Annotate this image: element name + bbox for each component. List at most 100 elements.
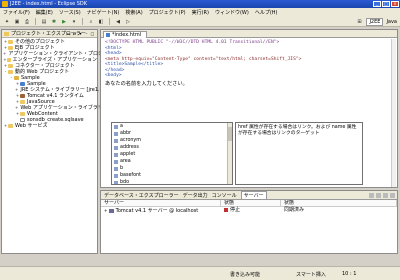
html-tag-icon — [114, 173, 118, 178]
menu-item[interactable]: ファイル(F) — [3, 9, 30, 16]
html-tag-icon — [114, 159, 118, 164]
bottom-panel-icons — [369, 193, 395, 198]
server-row[interactable]: + Tomcat v4.1 サーバー @ localhost 停止 同期済み — [101, 207, 397, 214]
tree-item[interactable]: + Web サービス — [2, 123, 97, 129]
content-assist-list: a abbr acronym address applet area b basefont bd… — [111, 122, 233, 185]
run-icon[interactable]: ▶ — [60, 18, 68, 25]
new-icon[interactable]: ✦ — [3, 18, 11, 25]
html-tag-icon — [114, 152, 118, 157]
editor-tab-bar: *index.html — [101, 30, 397, 38]
content-assist-item[interactable]: a — [112, 123, 232, 130]
save-icon[interactable]: ▣ — [13, 18, 21, 25]
html-file-icon — [106, 33, 110, 37]
menu-item[interactable]: ソース(S) — [59, 9, 81, 16]
maximize-button[interactable]: □ — [382, 1, 390, 7]
close-button[interactable]: × — [391, 1, 399, 7]
maximize-view-icon[interactable]: □ — [90, 31, 95, 36]
title-bar: J2EE - index.html - Eclipse SDK _ □ × — [0, 0, 400, 8]
print-icon[interactable]: ⎙ — [23, 18, 31, 25]
back-icon[interactable]: ◀ — [114, 18, 122, 25]
editor-scrollbar[interactable] — [391, 39, 396, 187]
folder-icon — [6, 58, 11, 62]
code-line: <body> — [105, 73, 122, 78]
content-assist-item[interactable]: applet — [112, 151, 232, 158]
perspective-switcher: ⊞ J2EE Java — [355, 18, 397, 26]
server-name-cell: + Tomcat v4.1 サーバー @ localhost — [104, 208, 199, 214]
status-insert-mode: スマート挿入 — [296, 272, 326, 278]
folder-icon — [4, 31, 9, 36]
content-assist-label: bdo — [120, 180, 130, 185]
menu-item[interactable]: 編集(E) — [36, 9, 53, 16]
server-state-cell: 停止 — [221, 207, 281, 214]
perspective-j2ee[interactable]: J2EE — [366, 18, 384, 26]
folder-icon — [8, 40, 13, 44]
collapse-all-icon[interactable]: ⇐ — [66, 31, 71, 36]
status-bar: 書き込み可能 スマート挿入 10 : 1 — [0, 266, 400, 280]
server-icon — [108, 208, 114, 213]
perspective-java[interactable]: Java — [386, 19, 397, 25]
proj-icon — [14, 76, 19, 80]
file-icon — [20, 118, 25, 122]
folder-icon — [8, 46, 13, 50]
content-assist-item[interactable]: address — [112, 144, 232, 151]
scroll-thumb[interactable] — [228, 127, 232, 141]
bottom-tab-bar: データベース・エクスプローラー データ出力 コンソール サーバー — [101, 191, 397, 200]
menu-item[interactable]: ヘルプ(H) — [255, 9, 278, 16]
link-editor-icon[interactable]: ⇄ — [72, 31, 77, 36]
stop-server-icon[interactable] — [383, 193, 388, 198]
content-assist-label: acronym — [120, 138, 141, 143]
bottom-tab[interactable]: コンソール — [212, 192, 237, 199]
menu-item[interactable]: ナビゲート(N) — [87, 9, 120, 16]
external-tools-icon[interactable]: ▾ — [70, 18, 78, 25]
open-type-icon[interactable]: ◧ — [97, 18, 105, 25]
content-assist-item[interactable]: b — [112, 165, 232, 172]
content-assist-label: basefont — [120, 173, 141, 178]
html-tag-icon — [114, 138, 118, 143]
content-assist-scrollbar[interactable] — [227, 123, 232, 184]
jar-icon — [20, 94, 25, 98]
content-assist-label: a — [120, 124, 123, 129]
start-server-icon[interactable] — [376, 193, 381, 198]
content-assist-label: applet — [120, 152, 136, 157]
stopped-icon — [224, 207, 228, 212]
code-area[interactable]: <!DOCTYPE HTML PUBLIC "-//W3C//DTD HTML … — [105, 40, 301, 87]
search-icon[interactable]: ⌕ — [87, 18, 95, 25]
menu-item[interactable]: 実行(R) — [192, 9, 209, 16]
content-assist-item[interactable]: area — [112, 158, 232, 165]
folder-icon — [20, 100, 25, 104]
html-tag-icon — [114, 124, 118, 129]
menu-item[interactable]: 検索(A) — [125, 9, 142, 16]
minimize-view-icon[interactable] — [390, 193, 395, 198]
minimize-button[interactable]: _ — [373, 1, 381, 7]
bottom-tab[interactable]: データベース・エクスプローラー — [104, 192, 179, 199]
content-assist-item[interactable]: acronym — [112, 137, 232, 144]
toolbar-separator — [109, 18, 110, 25]
content-assist-label: b — [120, 166, 124, 171]
server-icon[interactable]: ▤ — [40, 18, 48, 25]
folder-icon — [8, 124, 13, 128]
debug-server-icon[interactable] — [369, 193, 374, 198]
html-editor: *index.html <!DOCTYPE HTML PUBLIC "-//W3… — [100, 29, 398, 188]
content-assist-item[interactable]: basefont — [112, 172, 232, 179]
html-tag-icon — [114, 180, 118, 184]
content-assist-label: address — [120, 145, 139, 150]
column-server[interactable]: サーバー — [101, 200, 221, 206]
bottom-tab[interactable]: データ出力 — [183, 192, 208, 199]
open-perspective-icon[interactable]: ⊞ — [355, 19, 363, 26]
main-toolbar: ✦ ▣ ⎙ ▤ ✱ ▶ ▾ ⌕ ◧ ◀ ▷ ⊞ J2EE Java — [0, 17, 400, 27]
html-tag-icon — [114, 131, 118, 136]
content-assist-item[interactable]: bdo — [112, 179, 232, 185]
bottom-tab[interactable]: サーバー — [240, 191, 267, 199]
column-status[interactable]: 状態 — [281, 200, 397, 206]
menu-item[interactable]: プロジェクト(P) — [149, 9, 186, 16]
column-state[interactable]: 状態 — [221, 200, 281, 206]
debug-icon[interactable]: ✱ — [50, 18, 58, 25]
editor-tab-index[interactable]: *index.html — [103, 31, 148, 38]
minimize-view-icon[interactable]: – — [84, 31, 89, 36]
project-tree: + その他のプロジェクト + EJB プロジェクト + アプリケーション・クライアント・プ… — [2, 38, 122, 129]
server-status-cell: 同期済み — [284, 207, 305, 213]
menu-item[interactable]: ウィンドウ(W) — [215, 9, 249, 16]
view-menu-icon[interactable]: ▾ — [78, 31, 83, 36]
content-assist-item[interactable]: abbr — [112, 130, 232, 137]
forward-icon[interactable]: ▷ — [124, 18, 132, 25]
